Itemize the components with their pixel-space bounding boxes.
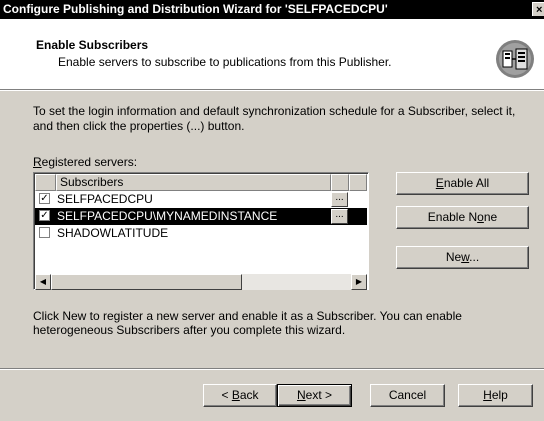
wizard-window: Configure Publishing and Distribution Wi… (0, 0, 544, 421)
server-wizard-icon (496, 40, 534, 78)
help-button[interactable]: Help (458, 384, 533, 407)
checkbox-column-header[interactable] (35, 174, 56, 191)
registered-servers-label: Registered servers: (33, 155, 137, 169)
subscriber-name: SELFPACEDCPU (57, 192, 153, 206)
btn-text: ... (469, 250, 480, 264)
close-button[interactable]: × (532, 2, 544, 16)
btn-mnemonic: N (296, 388, 306, 402)
subscribers-list-inner: Subscribers ✓ SELFPACEDCPU ... ✓ SELFPAC… (34, 173, 368, 290)
instructions-text: To set the login information and default… (33, 104, 516, 133)
registered-label-rest: egistered servers: (41, 155, 138, 169)
back-button[interactable]: < Back (203, 384, 277, 407)
btn-text: nable All (443, 176, 490, 190)
scroll-left-icon[interactable]: ◀ (35, 274, 51, 290)
extra-column-header[interactable] (349, 174, 367, 191)
page-subtitle: Enable servers to subscribe to publicati… (58, 55, 392, 69)
btn-mnemonic: w (461, 250, 470, 264)
next-button[interactable]: Next > (277, 384, 352, 407)
wizard-header: Enable Subscribers Enable servers to sub… (0, 19, 544, 89)
subscriber-name: SHADOWLATITUDE (57, 226, 169, 240)
subscriber-checkbox-unchecked[interactable] (39, 227, 50, 238)
btn-mnemonic: B (231, 388, 240, 402)
btn-mnemonic: H (483, 388, 492, 402)
enable-none-button[interactable]: Enable None (396, 206, 529, 229)
subscriber-row-selected[interactable]: ✓ SELFPACEDCPU\MYNAMEDINSTANCE ... (35, 208, 367, 225)
cancel-button[interactable]: Cancel (370, 384, 445, 407)
btn-mnemonic: o (477, 210, 484, 224)
header-divider-highlight (0, 90, 544, 91)
subscribers-column-header[interactable]: Subscribers (56, 174, 331, 191)
horizontal-scrollbar[interactable]: ◀ ▶ (35, 274, 367, 290)
subscriber-checkbox[interactable]: ✓ (39, 210, 50, 221)
btn-text: ack (239, 388, 259, 402)
subscriber-name: SELFPACEDCPU\MYNAMEDINSTANCE (57, 209, 278, 223)
mnemonic-r: R (33, 155, 42, 169)
props-column-header[interactable] (331, 174, 349, 191)
enable-all-button[interactable]: Enable All (396, 172, 529, 195)
btn-text: ne (483, 210, 498, 224)
new-button[interactable]: New... (396, 246, 529, 269)
subscriber-checkbox[interactable]: ✓ (39, 193, 50, 204)
btn-text: < (221, 388, 232, 402)
window-title: Configure Publishing and Distribution Wi… (3, 2, 388, 16)
btn-text: ext > (305, 388, 333, 402)
properties-button[interactable]: ... (331, 192, 348, 207)
btn-mnemonic: E (435, 176, 444, 190)
subscriber-row[interactable]: SHADOWLATITUDE (35, 225, 367, 242)
new-server-note: Click New to register a new server and e… (33, 309, 462, 337)
title-bar: Configure Publishing and Distribution Wi… (0, 0, 544, 19)
footer-divider-highlight (0, 369, 544, 370)
scroll-thumb[interactable] (51, 274, 242, 290)
btn-text: Enable N (427, 210, 478, 224)
btn-text: Ne (445, 250, 462, 264)
btn-text: elp (491, 388, 508, 402)
properties-button[interactable]: ... (331, 209, 348, 224)
page-title: Enable Subscribers (36, 38, 149, 52)
subscribers-list[interactable]: Subscribers ✓ SELFPACEDCPU ... ✓ SELFPAC… (33, 172, 369, 290)
scroll-right-icon[interactable]: ▶ (351, 274, 367, 290)
subscriber-row[interactable]: ✓ SELFPACEDCPU ... (35, 191, 367, 208)
